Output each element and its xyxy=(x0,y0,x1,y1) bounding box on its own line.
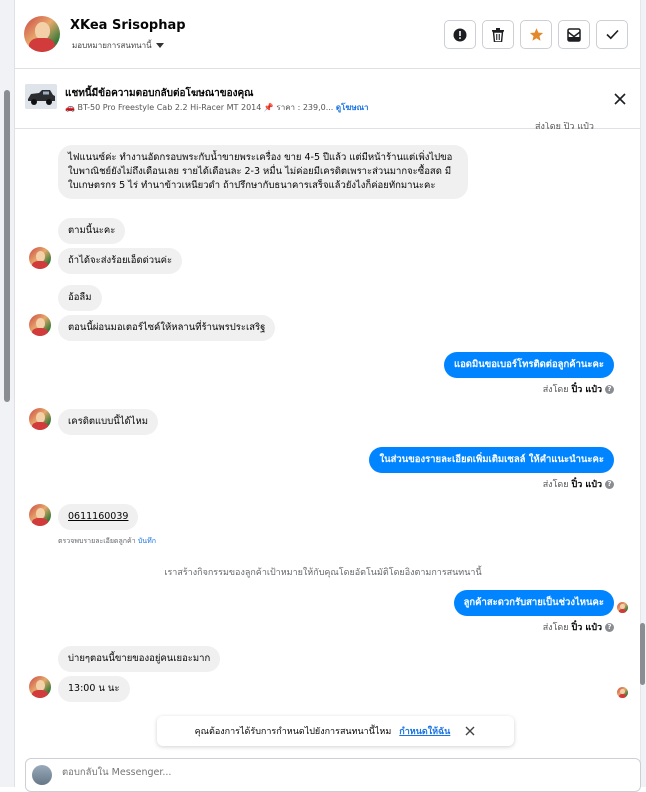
star-button[interactable] xyxy=(520,20,552,49)
incoming-message: 13:00 น นะ xyxy=(58,676,130,702)
save-detail-link[interactable]: บันทึก xyxy=(138,537,156,545)
contact-avatar-small[interactable] xyxy=(29,247,51,269)
conversation-header: XKea Srisophap มอบหมายการสนทนานี้ xyxy=(15,0,640,69)
sent-by-label: ส่งโดย ปิ๋ว แป๋ว ? xyxy=(543,382,614,396)
sent-by-cutoff: ส่งโดย ปิ๋ว แป๋ว xyxy=(535,122,594,130)
help-icon[interactable]: ? xyxy=(605,479,614,489)
sent-by-prefix: ส่งโดย xyxy=(542,623,569,633)
contact-avatar-small[interactable] xyxy=(29,504,51,526)
reply-input[interactable] xyxy=(60,766,484,779)
mark-done-button[interactable] xyxy=(596,20,628,49)
help-icon[interactable]: ? xyxy=(605,384,614,394)
sent-by-prefix: ส่งโดย xyxy=(542,480,569,490)
system-notice: เราสร้างกิจกรรมของลูกค้าเป้าหมายให้กับคุ… xyxy=(164,568,482,578)
contact-avatar[interactable] xyxy=(24,16,60,52)
sent-by-name: ปิ๋ว แป๋ว xyxy=(571,480,602,490)
close-icon[interactable] xyxy=(464,725,476,737)
assign-prompt-toast: คุณต้องการได้รับการกำหนดไปยังการสนทนานี้… xyxy=(157,716,514,746)
ad-price: ราคา : 239,0... xyxy=(276,103,334,112)
pin-icon: 📌 xyxy=(263,103,274,112)
seen-avatar xyxy=(617,602,628,613)
contact-avatar-small[interactable] xyxy=(29,676,51,698)
mark-unread-button[interactable] xyxy=(558,20,590,49)
page-avatar xyxy=(32,765,52,785)
ad-context-bar: แชทนี้มีข้อความตอบกลับต่อโฆษณาของคุณ 🚗 B… xyxy=(15,69,640,129)
sent-by-label: ส่งโดย ปิ๋ว แป๋ว ? xyxy=(543,477,614,491)
contact-avatar-small[interactable] xyxy=(29,314,51,336)
incoming-message: อ้อลืม xyxy=(58,285,102,311)
ad-details: 🚗 BT-50 Pro Freestyle Cab 2.2 Hi-Racer M… xyxy=(65,101,369,114)
help-icon[interactable]: ? xyxy=(605,622,614,632)
left-scrollbar[interactable] xyxy=(4,90,10,402)
alert-icon xyxy=(453,28,467,41)
car-thumbnail[interactable] xyxy=(25,84,57,109)
delete-button[interactable] xyxy=(482,20,514,49)
incoming-message: ไฟแนนซ์ค่ะ ทำงานอัดกรอบพระกับน้ำขายพระเค… xyxy=(58,145,468,199)
trash-icon xyxy=(492,27,504,42)
report-button[interactable] xyxy=(444,20,476,49)
outgoing-message: ในส่วนของรายละเอียดเพิ่มเติมเซลล์ ให้คำแ… xyxy=(369,447,614,473)
assign-label: มอบหมายการสนทนานี้ xyxy=(72,41,152,50)
note-text: ตรวจพบรายละเอียดลูกค้า xyxy=(58,537,136,545)
customer-detail-note: ตรวจพบรายละเอียดลูกค้า บันทึก xyxy=(58,536,156,547)
sent-by-name: ปิ๋ว แป๋ว xyxy=(571,623,602,633)
star-icon xyxy=(529,28,543,41)
incoming-message: ตอนนี้ผ่อนมอเตอร์ไซค์ให้หลานที่ร้านพรประ… xyxy=(58,315,276,341)
seen-avatar xyxy=(617,687,628,698)
contact-avatar-small[interactable] xyxy=(29,408,51,430)
close-icon[interactable] xyxy=(612,91,628,107)
assign-to-me-link[interactable]: กำหนดให้ฉัน xyxy=(399,724,450,738)
sent-by-name: ปิ๋ว แป๋ว xyxy=(571,385,602,395)
incoming-message: ตามนี้นะคะ xyxy=(58,218,126,244)
incoming-message: บ่ายๆตอนนี้ขายของอยู่คนเยอะมาก xyxy=(58,646,221,672)
phone-number-message[interactable]: 0611160039 xyxy=(58,504,139,530)
sent-by-label: ส่งโดย ปิ๋ว แป๋ว ? xyxy=(543,620,614,634)
sent-by-prefix: ส่งโดย xyxy=(542,385,569,395)
assign-dropdown[interactable]: มอบหมายการสนทนานี้ xyxy=(72,39,164,52)
message-scrollbar[interactable] xyxy=(640,623,645,685)
view-ad-link[interactable]: ดูโฆษณา xyxy=(336,103,369,112)
car-icon: 🚗 xyxy=(65,103,75,112)
outgoing-message: แอดมินขอเบอร์โทรติดต่อลูกค้านะคะ xyxy=(443,352,614,378)
ad-title: แชทนี้มีข้อความตอบกลับต่อโฆษณาของคุณ xyxy=(65,88,254,99)
incoming-message: ถ้าได้จะส่งร้อยเอ็ดด่วนค่ะ xyxy=(58,248,183,274)
sent-by-text: ส่งโดย ปิ๋ว แป๋ว xyxy=(535,122,594,130)
contact-name[interactable]: XKea Srisophap xyxy=(70,18,186,33)
toast-text: คุณต้องการได้รับการกำหนดไปยังการสนทนานี้… xyxy=(194,727,392,737)
mark-unread-icon xyxy=(567,27,581,42)
caret-down-icon xyxy=(155,43,164,48)
ad-product: BT-50 Pro Freestyle Cab 2.2 Hi-Racer MT … xyxy=(77,103,262,112)
outgoing-message: ลูกค้าสะดวกรับสายเป็นช่วงไหนคะ xyxy=(453,590,614,616)
check-icon xyxy=(605,29,619,40)
incoming-message: เครดิตแบบนี้ได้ไหม xyxy=(58,409,158,435)
